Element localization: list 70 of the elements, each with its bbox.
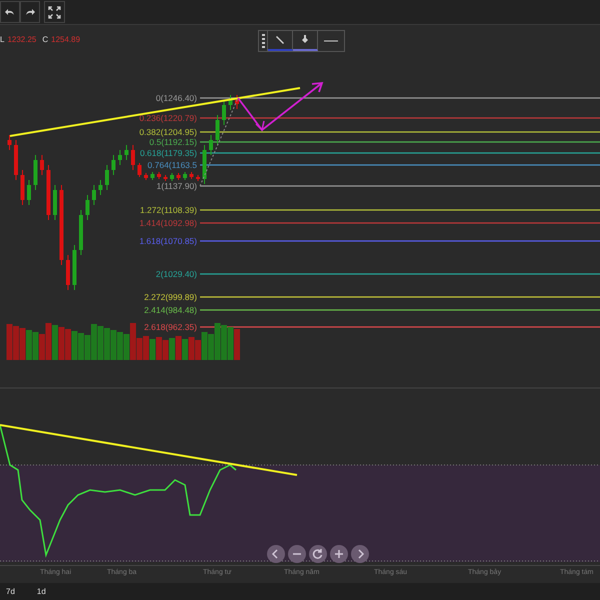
fib-level-label: 0(1246.40) (156, 93, 197, 103)
candlestick (98, 180, 102, 196)
period-button[interactable]: 1d (34, 586, 48, 598)
undo-button[interactable] (0, 1, 20, 23)
close-label: C (42, 34, 48, 46)
candlestick (209, 134, 213, 156)
undo-icon (5, 8, 15, 16)
fib-level-label: 0.5(1192.15) (149, 137, 197, 147)
plus-icon (332, 547, 346, 561)
candlestick (112, 154, 116, 176)
candlestick (157, 172, 161, 180)
candlestick (216, 114, 220, 146)
candlestick (46, 164, 50, 220)
candlestick (92, 184, 96, 206)
candlestick (86, 194, 90, 220)
paint-bucket-icon (300, 35, 310, 45)
close-value: 1254.89 (51, 34, 80, 46)
fill-tool-button[interactable] (293, 31, 318, 51)
candlestick (20, 170, 24, 206)
candlestick (53, 184, 57, 220)
fib-level-label: 2.618(962.35) (144, 322, 197, 332)
period-button[interactable]: 7d (4, 586, 17, 598)
fib-level-label: 1.414(1092.98) (139, 218, 197, 228)
fullscreen-button[interactable] (44, 1, 65, 23)
candlestick (27, 180, 31, 206)
candlestick (202, 144, 206, 184)
candlestick (79, 210, 83, 256)
candlestick (34, 154, 38, 190)
low-label: L (0, 34, 4, 46)
drag-handle[interactable] (259, 31, 268, 51)
candlestick (14, 140, 18, 180)
candlestick (138, 162, 142, 178)
low-value: 1232.25 (7, 34, 36, 46)
fib-level-label: 2.414(984.48) (144, 305, 197, 315)
candlestick (183, 172, 187, 180)
candlestick (72, 244, 76, 290)
candlestick (144, 172, 148, 180)
fib-level-label: 1(1137.90) (156, 181, 197, 191)
candlestick (176, 172, 180, 180)
candlestick (170, 172, 174, 182)
line-icon (324, 40, 338, 42)
grip-icon (262, 34, 264, 48)
pen-icon (275, 35, 285, 45)
candlestick (190, 172, 194, 180)
fib-level-label: 0.764(1163.5 (148, 160, 197, 170)
candlestick (150, 172, 154, 180)
candlestick (228, 94, 232, 110)
redo-button[interactable] (20, 1, 40, 23)
fib-level-label: 0.382(1204.95) (139, 127, 197, 137)
fib-level-label: 2.272(999.89) (144, 292, 197, 302)
candlestick (131, 144, 135, 170)
fib-level-label: 1.272(1108.39) (140, 205, 197, 215)
fib-level-label: 2(1029.40) (156, 269, 197, 279)
candlestick (235, 94, 239, 110)
redo-icon (25, 8, 35, 16)
candlestick (8, 134, 12, 150)
candlestick (118, 150, 122, 166)
fib-level-label: 0.236(1220.79) (139, 113, 197, 123)
expand-icon (48, 6, 61, 18)
fib-level-label: 1.618(1070.85) (139, 236, 197, 246)
candlestick (164, 174, 168, 182)
refresh-icon (311, 547, 325, 561)
candlestick (124, 144, 128, 160)
fib-level-label: 0.618(1179.35) (140, 148, 197, 158)
candlestick (66, 254, 70, 290)
candlestick (40, 154, 44, 176)
pen-tool-button[interactable] (268, 31, 293, 51)
candlestick (196, 174, 200, 182)
candlestick (105, 164, 109, 190)
candlestick (222, 100, 226, 126)
